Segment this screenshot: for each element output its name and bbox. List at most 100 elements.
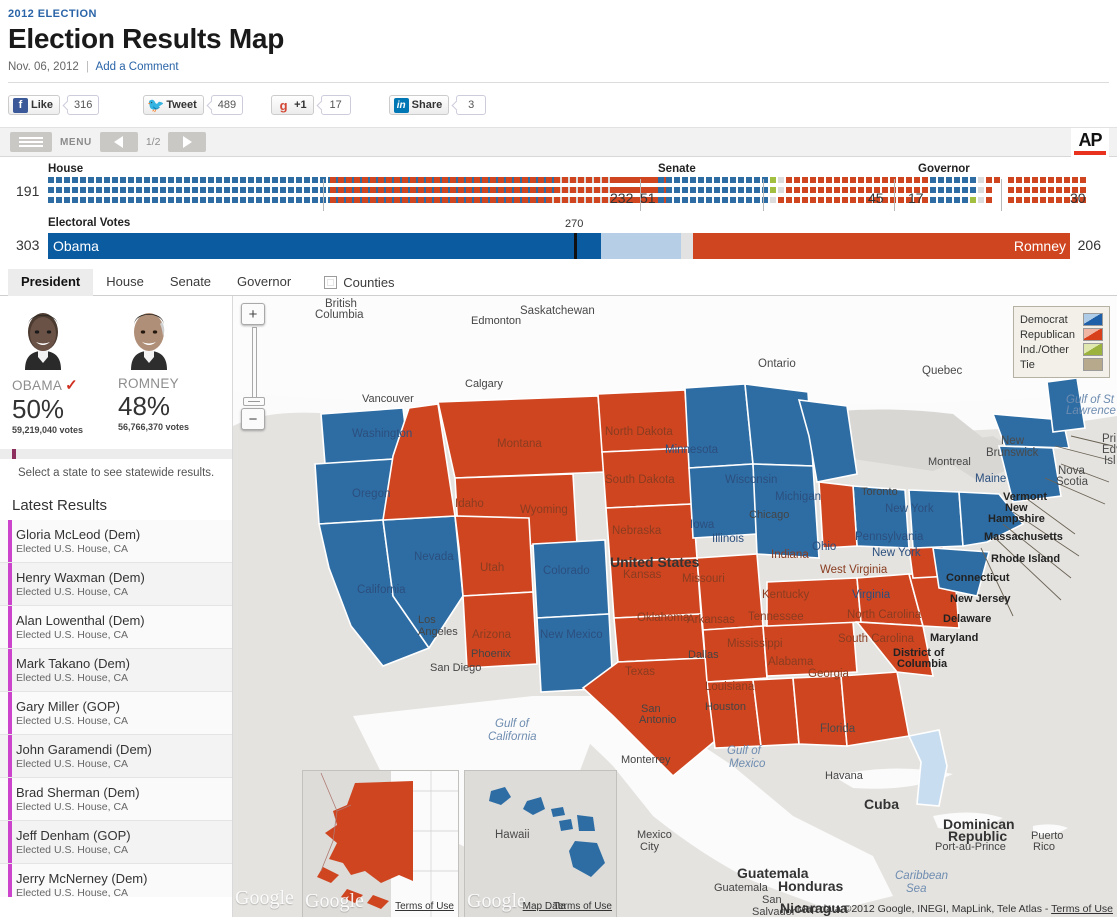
list-item[interactable]: John Garamendi (Dem) Elected U.S. House, … xyxy=(0,734,232,778)
seat-marker xyxy=(1048,177,1054,183)
zoom-slider-handle[interactable] xyxy=(243,397,265,406)
seat-marker xyxy=(386,177,392,183)
counties-label: Counties xyxy=(343,274,395,290)
list-item[interactable]: Henry Waxman (Dem) Elected U.S. House, CA xyxy=(0,562,232,606)
seat-marker xyxy=(184,197,190,203)
next-page-button[interactable] xyxy=(168,132,207,152)
candidate-card-romney[interactable]: ROMNEY 48% 56,766,370 votes xyxy=(118,306,200,435)
tab-governor[interactable]: Governor xyxy=(224,269,304,296)
senate-dem-count: 51 xyxy=(640,190,656,206)
list-item[interactable]: Jeff Denham (GOP) Elected U.S. House, CA xyxy=(0,820,232,864)
seat-marker xyxy=(482,187,488,193)
governor-section-divider xyxy=(894,179,895,211)
counties-checkbox[interactable] xyxy=(324,275,338,289)
seat-marker xyxy=(256,197,262,203)
tab-president[interactable]: President xyxy=(8,268,94,296)
zoom-slider-rail[interactable] xyxy=(251,327,257,399)
seat-marker xyxy=(1016,177,1022,183)
seat-marker xyxy=(898,177,904,183)
list-item[interactable]: Gary Miller (GOP) Elected U.S. House, CA xyxy=(0,691,232,735)
seat-marker xyxy=(602,197,608,203)
seat-marker xyxy=(386,197,392,203)
list-item[interactable]: Brad Sherman (Dem) Elected U.S. House, CA xyxy=(0,777,232,821)
zoom-out-button[interactable]: − xyxy=(241,408,265,430)
seat-marker xyxy=(120,177,126,183)
list-item[interactable]: Mark Takano (Dem) Elected U.S. House, CA xyxy=(0,648,232,692)
latest-results-list[interactable]: Gloria McLeod (Dem) Elected U.S. House, C… xyxy=(0,519,232,897)
tab-house[interactable]: House xyxy=(93,269,157,296)
facebook-like-button[interactable]: f Like xyxy=(8,95,61,115)
seat-marker xyxy=(786,187,792,193)
seat-marker xyxy=(426,177,432,183)
seat-marker xyxy=(240,177,246,183)
add-comment-link[interactable]: Add a Comment xyxy=(96,61,179,73)
seat-marker xyxy=(402,187,408,193)
romney-electoral-segment: Romney xyxy=(693,233,1070,259)
counties-toggle[interactable]: Counties xyxy=(304,274,395,290)
seat-marker xyxy=(144,187,150,193)
seat-marker xyxy=(986,197,992,203)
seat-marker xyxy=(362,177,368,183)
twitter-bird-icon: 🐦 xyxy=(147,96,165,113)
romney-votes: 56,766,370 votes xyxy=(118,421,190,432)
hawaii-inset[interactable]: Hawaii Google Map Data Terms of Use xyxy=(464,770,617,917)
seat-marker xyxy=(690,187,696,193)
seat-marker xyxy=(850,187,856,193)
seat-marker xyxy=(522,177,528,183)
hawaii-terms-link[interactable]: Terms of Use xyxy=(553,901,612,912)
seat-marker xyxy=(690,197,696,203)
list-item[interactable]: Gloria McLeod (Dem) Elected U.S. House, C… xyxy=(0,519,232,563)
governor-divider xyxy=(1001,179,1002,211)
previous-page-button[interactable] xyxy=(99,132,138,152)
result-detail: Elected U.S. House, CA xyxy=(16,757,129,770)
zoom-in-button[interactable]: + xyxy=(241,303,265,325)
election-map[interactable]: Washington Oregon California Nevada Idaho Mon… xyxy=(233,296,1117,917)
map-zoom-control[interactable]: + − xyxy=(241,303,267,430)
electoral-votes-row: Electoral Votes 303 Obama Romney 206 270 xyxy=(8,217,1109,265)
seat-marker xyxy=(136,177,142,183)
list-item[interactable]: Alan Lowenthal (Dem) Elected U.S. House, … xyxy=(0,605,232,649)
romney-name: ROMNEY xyxy=(118,376,179,391)
seat-marker xyxy=(530,197,536,203)
seat-marker xyxy=(810,197,816,203)
seat-marker xyxy=(272,197,278,203)
alaska-terms-link[interactable]: Terms of Use xyxy=(395,901,454,912)
seat-marker xyxy=(1032,197,1038,203)
senate-gop-count: 45 xyxy=(868,190,884,206)
result-name: Henry Waxman (Dem) xyxy=(16,569,145,585)
tab-senate[interactable]: Senate xyxy=(157,269,224,296)
facebook-icon: f xyxy=(13,97,28,113)
seat-marker xyxy=(778,177,784,183)
seat-marker xyxy=(304,197,310,203)
seat-marker xyxy=(922,177,928,183)
seat-marker xyxy=(962,197,968,203)
seat-marker xyxy=(56,197,62,203)
twitter-share-unit: 🐦 Tweet 489 xyxy=(143,95,244,115)
seat-marker xyxy=(930,187,936,193)
linkedin-share-button[interactable]: in Share xyxy=(388,95,450,115)
ap-logo-text: AP xyxy=(1078,130,1102,150)
tweet-button[interactable]: 🐦 Tweet xyxy=(143,95,204,115)
seat-marker xyxy=(64,187,70,193)
candidate-card-obama[interactable]: OBAMA ✓ 50% 59,219,040 votes xyxy=(12,306,94,435)
race-tab-bar: President House Senate Governor Counties xyxy=(0,268,1117,296)
seat-marker xyxy=(578,197,584,203)
seat-marker xyxy=(594,197,600,203)
seat-marker xyxy=(386,187,392,193)
seat-marker xyxy=(866,177,872,183)
menu-button[interactable] xyxy=(10,132,52,152)
legend-item-tie: Tie xyxy=(1020,357,1103,372)
list-item[interactable]: Jerry McNerney (Dem) Elected U.S. House, … xyxy=(0,863,232,897)
alaska-inset[interactable]: Google Terms of Use xyxy=(302,770,459,917)
googleplus-plusone-button[interactable]: g +1 xyxy=(271,95,314,115)
obama-electoral-count: 303 xyxy=(16,237,40,253)
seat-marker xyxy=(168,177,174,183)
seat-marker xyxy=(682,177,688,183)
seat-marker xyxy=(906,177,912,183)
seat-marker xyxy=(826,187,832,193)
seat-marker xyxy=(426,197,432,203)
seat-marker xyxy=(1032,187,1038,193)
seat-marker xyxy=(954,187,960,193)
map-terms-link[interactable]: Terms of Use xyxy=(1051,903,1113,915)
seat-marker xyxy=(506,177,512,183)
